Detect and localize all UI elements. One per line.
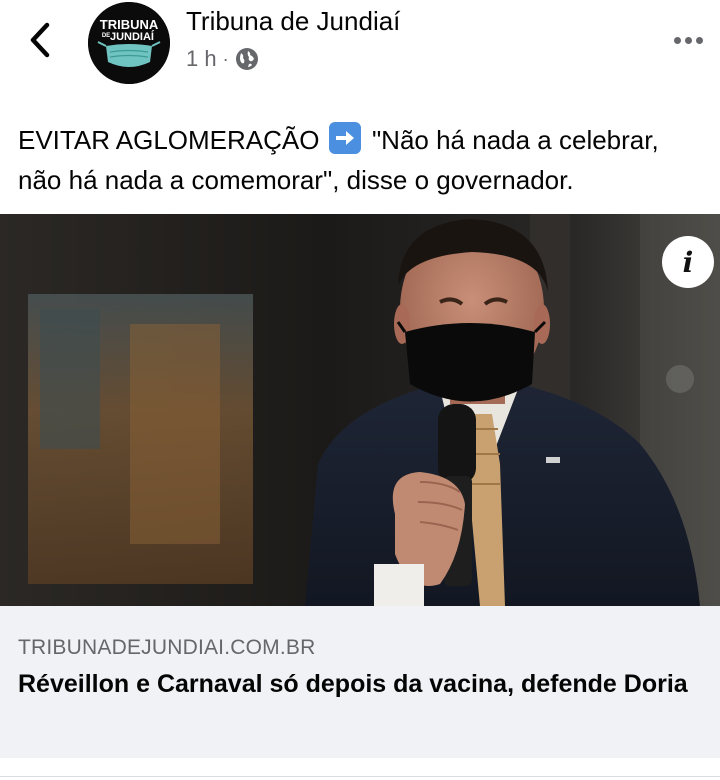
post-header: TRIBUNA DE JUNDIAÍ Tribuna de Jundiaí 1 … bbox=[0, 0, 720, 100]
more-options-button[interactable] bbox=[666, 28, 710, 52]
back-button[interactable] bbox=[22, 18, 58, 62]
link-title[interactable]: Réveillon e Carnaval só depois da vacina… bbox=[18, 668, 708, 700]
tribuna-logo: TRIBUNA DE JUNDIAÍ bbox=[88, 2, 170, 84]
more-dot-icon bbox=[673, 36, 681, 44]
page-avatar[interactable]: TRIBUNA DE JUNDIAÍ bbox=[88, 2, 170, 84]
link-domain: TRIBUNADEJUNDIAI.COM.BR bbox=[18, 636, 316, 659]
post-text-headline: EVITAR AGLOMERAÇÃO bbox=[18, 125, 320, 155]
post-photo[interactable]: i bbox=[0, 214, 720, 606]
post-text: EVITAR AGLOMERAÇÃO "Não há nada a celebr… bbox=[18, 120, 708, 200]
link-preview-card[interactable]: TRIBUNADEJUNDIAI.COM.BR Réveillon e Carn… bbox=[0, 606, 720, 758]
page-name[interactable]: Tribuna de Jundiaí bbox=[186, 6, 400, 37]
photo-scene bbox=[0, 214, 720, 606]
post-meta: 1 h · bbox=[186, 46, 259, 72]
divider bbox=[0, 776, 720, 777]
svg-text:JUNDIAÍ: JUNDIAÍ bbox=[110, 30, 155, 43]
svg-text:TRIBUNA: TRIBUNA bbox=[100, 17, 159, 32]
info-button[interactable]: i bbox=[662, 236, 714, 288]
more-dot-icon bbox=[684, 36, 692, 44]
post-time[interactable]: 1 h bbox=[186, 46, 217, 72]
right-arrow-emoji-icon bbox=[328, 122, 361, 154]
more-dot-icon bbox=[695, 36, 703, 44]
chevron-left-icon bbox=[30, 22, 50, 58]
svg-text:DE: DE bbox=[102, 33, 110, 39]
meta-separator: · bbox=[222, 48, 229, 69]
globe-icon bbox=[235, 48, 258, 70]
